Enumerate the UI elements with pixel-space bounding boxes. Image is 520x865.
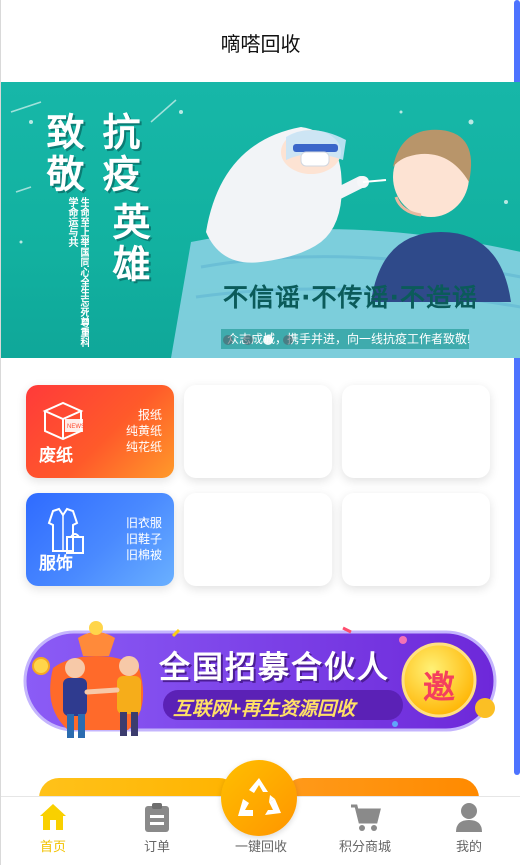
category-item: 旧鞋子 (125, 532, 162, 546)
app-page: 嘀嗒回收 致敬 抗疫 英雄 生命至上举国同心全生忘死尊重科学命运与共 不信谣·不… (0, 0, 520, 865)
category-row-1: NEWS ...... 报纸 纯黄纸 纯花纸 废纸 (26, 385, 496, 478)
banner-title-col2: 抗疫 英雄 (96, 112, 151, 286)
category-card-empty[interactable] (342, 493, 490, 586)
banner-pagination[interactable] (223, 335, 293, 345)
tab-label: 一键回收 (234, 839, 287, 854)
order-icon (143, 800, 171, 832)
tab-points-mall[interactable]: 积分商城 (313, 797, 417, 865)
category-items: 旧衣服 旧鞋子 旧棉被 (126, 515, 162, 563)
banner-dot-2[interactable] (243, 335, 253, 345)
user-icon (454, 800, 484, 832)
category-card-empty[interactable] (184, 385, 332, 478)
one-click-recycle-button[interactable] (221, 760, 297, 836)
recruit-partner-banner[interactable]: 全国招募合伙人 互联网+再生资源回收 邀 (23, 618, 501, 743)
category-items: 报纸 纯黄纸 纯花纸 (126, 407, 162, 455)
category-card-empty[interactable] (184, 493, 332, 586)
home-icon (37, 800, 69, 832)
category-item: 纯花纸 (125, 440, 162, 454)
banner-dot-1[interactable] (223, 335, 233, 345)
category-title: 服饰 (39, 554, 73, 573)
paper-box-icon: NEWS (42, 401, 85, 441)
recruit-invite-badge[interactable]: 邀 (419, 662, 459, 708)
banner-title-line3: 英雄 (106, 202, 151, 286)
category-row-2: ...... 旧衣服 旧鞋子 旧棉被 服饰 (26, 493, 496, 586)
category-card-clothes[interactable]: ...... 旧衣服 旧鞋子 旧棉被 服饰 (26, 493, 174, 586)
page-title: 嘀嗒回收 (220, 33, 301, 56)
recruit-subline: 互联网+再生资源回收 (173, 699, 356, 720)
promo-banner[interactable]: 致敬 抗疫 英雄 生命至上举国同心全生忘死尊重科学命运与共 不信谣·不传谣·不造… (1, 82, 520, 358)
banner-vertical-caption: 生命至上举国同心全生忘死尊重科学命运与共 (66, 197, 89, 347)
category-item: 纯黄纸 (125, 424, 162, 438)
banner-dot-3[interactable] (263, 335, 273, 345)
tab-label: 订单 (143, 839, 170, 854)
tab-orders[interactable]: 订单 (105, 797, 209, 865)
tab-label: 积分商城 (338, 839, 391, 854)
banner-title-line1: 致敬 (40, 112, 85, 196)
category-item: 旧棉被 (125, 548, 162, 562)
category-title: 废纸 (39, 446, 73, 465)
category-card-empty[interactable] (342, 385, 490, 478)
banner-title-line2: 抗疫 (96, 112, 141, 196)
category-grid: NEWS ...... 报纸 纯黄纸 纯花纸 废纸 ...... 旧衣服 旧鞋子… (26, 385, 496, 601)
banner-dot-4[interactable] (283, 335, 293, 345)
category-item: 报纸 (137, 408, 162, 422)
recycle-icon (238, 778, 281, 816)
tab-me[interactable]: 我的 (417, 797, 520, 865)
recruit-headline: 全国招募合伙人 (159, 650, 390, 685)
category-item: 旧衣服 (125, 516, 162, 530)
category-card-paper[interactable]: NEWS ...... 报纸 纯黄纸 纯花纸 废纸 (26, 385, 174, 478)
tab-label: 首页 (39, 839, 66, 854)
top-header: 嘀嗒回收 (1, 0, 520, 82)
tab-home[interactable]: 首页 (1, 797, 105, 865)
svg-text:NEWS: NEWS (67, 424, 85, 430)
cart-icon (349, 800, 381, 832)
tab-label: 我的 (455, 839, 482, 854)
banner-slogan: 不信谣·不传谣·不造谣 (223, 283, 478, 312)
